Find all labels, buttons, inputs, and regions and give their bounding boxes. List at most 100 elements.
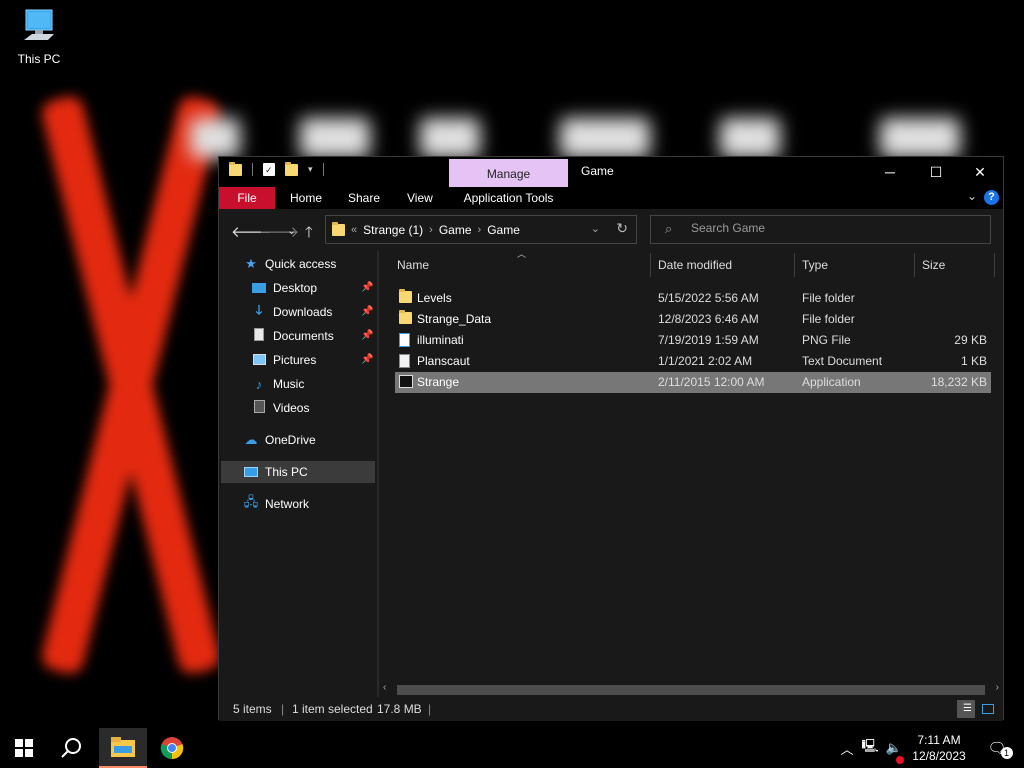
desktop-icon-this-pc[interactable]: This PC bbox=[10, 8, 68, 66]
customize-toolbar-icon[interactable]: ▾ bbox=[308, 164, 313, 175]
folder-icon bbox=[399, 310, 412, 324]
search-button[interactable] bbox=[48, 728, 96, 768]
recent-locations-chevron-icon[interactable]: ⌄ bbox=[287, 224, 296, 237]
folder-icon bbox=[332, 222, 345, 236]
column-divider[interactable] bbox=[994, 253, 995, 277]
show-hidden-icons-icon[interactable]: ︿ bbox=[836, 739, 858, 758]
wallpaper-letter-blob bbox=[880, 118, 960, 158]
manage-tab[interactable]: Manage bbox=[449, 159, 568, 187]
column-header-type[interactable]: Type bbox=[802, 251, 828, 279]
column-header-name[interactable]: Name bbox=[397, 251, 429, 279]
help-icon[interactable]: ? bbox=[984, 190, 999, 205]
status-item-count: 5 items bbox=[233, 702, 272, 716]
breadcrumb-item[interactable]: Strange (1) bbox=[363, 223, 423, 237]
nav-label: Network bbox=[265, 497, 310, 511]
notification-icon: 🗨 1 bbox=[987, 739, 1013, 759]
nav-pictures[interactable]: Pictures bbox=[251, 349, 316, 371]
scrollbar-thumb[interactable] bbox=[397, 685, 985, 695]
large-icons-view-icon bbox=[982, 704, 994, 714]
file-date: 5/15/2022 5:56 AM bbox=[658, 291, 759, 305]
muted-badge-icon bbox=[896, 756, 904, 764]
large-icons-view-button[interactable] bbox=[979, 700, 997, 718]
minimize-button[interactable]: ─ bbox=[867, 157, 913, 187]
refresh-icon[interactable]: ↻ bbox=[616, 220, 628, 237]
clock[interactable]: 7:11 AM 12/8/2023 bbox=[904, 732, 974, 764]
computer-icon bbox=[24, 9, 54, 40]
nav-desktop[interactable]: Desktop bbox=[251, 277, 317, 299]
file-type: File folder bbox=[802, 291, 855, 305]
file-row[interactable]: illuminati 7/19/2019 1:59 AM PNG File 29… bbox=[395, 330, 991, 351]
file-row[interactable]: Planscaut 1/1/2021 2:02 AM Text Document… bbox=[395, 351, 991, 372]
search-box[interactable]: ⌕ bbox=[650, 215, 991, 244]
application-icon bbox=[399, 375, 413, 388]
nav-label: Downloads bbox=[273, 305, 333, 319]
tab-application-tools[interactable]: Application Tools bbox=[449, 187, 568, 209]
nav-downloads[interactable]: 🡓 Downloads bbox=[251, 301, 333, 323]
tab-view[interactable]: View bbox=[407, 187, 433, 209]
title-bar[interactable]: ✓ ▾ Manage Game ─ ☐ ✕ bbox=[219, 157, 1003, 187]
close-button[interactable]: ✕ bbox=[957, 157, 1003, 187]
status-selected: 1 item selected bbox=[292, 702, 373, 716]
maximize-button[interactable]: ☐ bbox=[913, 157, 959, 187]
new-folder-icon[interactable] bbox=[285, 161, 298, 176]
wallpaper-letter-blob bbox=[190, 118, 240, 158]
network-icon[interactable]: 🖳 bbox=[858, 737, 882, 759]
scroll-right-icon[interactable]: › bbox=[996, 682, 999, 693]
nav-network[interactable]: 🖧 Network bbox=[243, 493, 309, 515]
breadcrumb-item[interactable]: Game bbox=[439, 223, 472, 237]
pin-icon[interactable]: 📌 bbox=[361, 330, 373, 341]
chevron-right-icon[interactable]: › bbox=[478, 224, 482, 236]
window-title: Game bbox=[581, 164, 614, 178]
breadcrumb: « Strange (1) › Game › Game bbox=[332, 222, 520, 237]
nav-music[interactable]: ♪ Music bbox=[251, 373, 305, 395]
file-type: Application bbox=[802, 375, 861, 389]
nav-documents[interactable]: Documents bbox=[251, 325, 334, 347]
address-row: 🡐 🡒 ⌄ 🡑 « Strange (1) › Game › Game ⌄ ↻ … bbox=[219, 209, 1003, 251]
chevron-down-icon[interactable]: ⌄ bbox=[967, 189, 977, 203]
address-history-chevron-icon[interactable]: ⌄ bbox=[591, 222, 600, 235]
column-divider[interactable] bbox=[794, 253, 795, 277]
toolbar-divider bbox=[322, 163, 324, 176]
chevron-right-icon[interactable]: › bbox=[429, 224, 433, 236]
breadcrumb-item[interactable]: Game bbox=[487, 223, 520, 237]
pin-icon[interactable]: 📌 bbox=[361, 306, 373, 317]
horizontal-scrollbar[interactable]: ‹ › bbox=[379, 682, 1003, 697]
up-arrow-icon[interactable]: 🡑 bbox=[305, 222, 313, 247]
nav-label: Music bbox=[273, 377, 305, 391]
file-row[interactable]: Levels 5/15/2022 5:56 AM File folder bbox=[395, 288, 991, 309]
column-header-size[interactable]: Size bbox=[922, 251, 945, 279]
action-center-button[interactable]: 🗨 1 bbox=[982, 728, 1013, 768]
nav-this-pc[interactable]: This PC bbox=[243, 461, 308, 483]
properties-icon[interactable]: ✓ bbox=[263, 163, 275, 176]
file-name: Planscaut bbox=[417, 354, 470, 368]
search-input[interactable] bbox=[691, 221, 971, 235]
file-size: 29 KB bbox=[954, 333, 987, 347]
details-view-button[interactable]: ☰ bbox=[957, 700, 975, 718]
volume-muted-icon[interactable]: 🔈 bbox=[882, 740, 906, 764]
address-bar[interactable]: « Strange (1) › Game › Game ⌄ ↻ bbox=[325, 215, 637, 244]
column-header-date[interactable]: Date modified bbox=[658, 251, 732, 279]
videos-icon bbox=[251, 400, 267, 416]
scroll-left-icon[interactable]: ‹ bbox=[383, 682, 386, 693]
taskbar-file-explorer[interactable] bbox=[99, 728, 147, 768]
pin-icon[interactable]: 📌 bbox=[361, 354, 373, 365]
text-file-icon bbox=[399, 354, 410, 368]
taskbar-chrome[interactable] bbox=[148, 728, 196, 768]
start-button[interactable] bbox=[0, 728, 48, 768]
nav-videos[interactable]: Videos bbox=[251, 397, 309, 419]
file-row-selected[interactable]: Strange 2/11/2015 12:00 AM Application 1… bbox=[395, 372, 991, 393]
column-divider[interactable] bbox=[914, 253, 915, 277]
tab-share[interactable]: Share bbox=[348, 187, 380, 209]
notification-count-badge: 1 bbox=[1000, 747, 1013, 759]
nav-onedrive[interactable]: ☁ OneDrive bbox=[243, 429, 316, 451]
status-size: 17.8 MB bbox=[377, 702, 422, 716]
column-divider[interactable] bbox=[650, 253, 651, 277]
tab-home[interactable]: Home bbox=[290, 187, 322, 209]
nav-label: Desktop bbox=[273, 281, 318, 295]
file-row[interactable]: Strange_Data 12/8/2023 6:46 AM File fold… bbox=[395, 309, 991, 330]
tab-file[interactable]: File bbox=[219, 187, 275, 209]
breadcrumb-overflow[interactable]: « bbox=[351, 224, 357, 236]
pin-icon[interactable]: 📌 bbox=[361, 282, 373, 293]
desktop-icon bbox=[251, 281, 267, 296]
nav-quick-access[interactable]: ★ Quick access bbox=[243, 253, 336, 275]
